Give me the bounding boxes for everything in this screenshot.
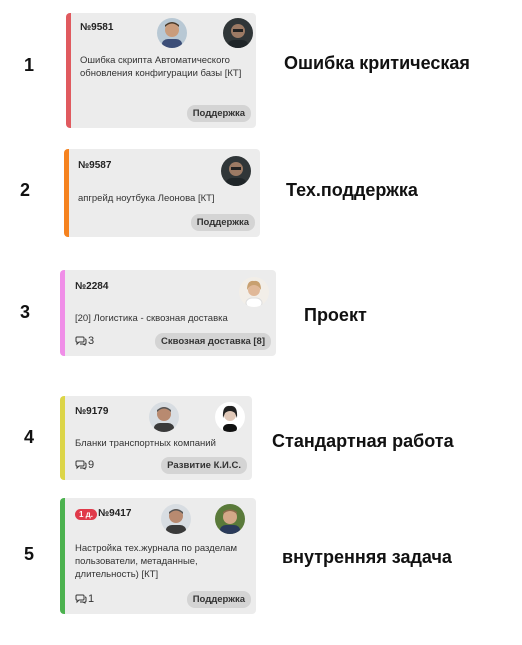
assignee-avatar[interactable] (221, 156, 251, 186)
task-card-9179[interactable]: №9179 Бланки транспортных компаний 9 Раз… (60, 396, 252, 480)
row-number-3: 3 (20, 302, 31, 322)
comments-number: 3 (88, 335, 95, 347)
task-id[interactable]: №9581 (80, 22, 113, 33)
task-card-9417[interactable]: 1 д. №9417 Настройка тех.журнала по разд… (60, 498, 256, 614)
row-number-5: 5 (24, 544, 35, 564)
task-card-9581[interactable]: №9581 Ошибка скрипта Автоматического обн… (66, 13, 256, 128)
assignee-avatar[interactable] (239, 277, 269, 307)
author-avatar[interactable] (215, 402, 245, 432)
assignee-avatar[interactable] (149, 402, 179, 432)
task-card-9587[interactable]: №9587 апгрейд ноутбука Леонова [КТ] Подд… (64, 149, 260, 237)
comments-icon (75, 460, 87, 470)
assignee-avatar[interactable] (157, 18, 187, 48)
task-id[interactable]: №9417 (98, 508, 131, 519)
task-title[interactable]: Бланки транспортных компаний (75, 437, 245, 450)
assignee-avatar[interactable] (161, 504, 191, 534)
task-type-label: Стандартная работа (272, 431, 454, 451)
task-title[interactable]: апгрейд ноутбука Леонова [КТ] (78, 192, 258, 205)
row-number-4: 4 (24, 427, 35, 447)
author-avatar[interactable] (215, 504, 245, 534)
comments-count[interactable]: 3 (75, 335, 94, 347)
task-type-label: внутренняя задача (282, 547, 452, 567)
author-avatar[interactable] (223, 18, 253, 48)
task-id[interactable]: №9587 (78, 160, 111, 171)
task-type-label: Проект (304, 305, 367, 325)
project-tag[interactable]: Развитие К.И.С. (161, 457, 247, 474)
comments-number: 1 (88, 593, 95, 605)
category-tag: Поддержка (186, 105, 251, 122)
task-type-label: Ошибка критическая (284, 53, 470, 73)
task-title[interactable]: [20] Логистика - сквозная доставка (75, 312, 265, 325)
comments-count[interactable]: 9 (75, 459, 94, 471)
comments-count[interactable]: 1 (75, 593, 94, 605)
comments-number: 9 (88, 459, 95, 471)
task-title[interactable]: Настройка тех.журнала по разделам пользо… (75, 542, 253, 581)
row-number-1: 1 (24, 55, 35, 75)
task-type-label: Тех.поддержка (286, 180, 418, 200)
category-tag: Поддержка (190, 214, 255, 231)
task-id[interactable]: №9179 (75, 406, 108, 417)
category-tag: Поддержка (186, 591, 251, 608)
project-tag[interactable]: Сквозная доставка [8] (155, 333, 271, 350)
row-number-2: 2 (20, 180, 31, 200)
comments-icon (75, 594, 87, 604)
task-title[interactable]: Ошибка скрипта Автоматического обновлени… (80, 54, 252, 80)
task-card-2284[interactable]: №2284 [20] Логистика - сквозная доставка… (60, 270, 276, 356)
comments-icon (75, 336, 87, 346)
overdue-badge: 1 д. (75, 509, 97, 520)
task-id[interactable]: №2284 (75, 281, 108, 292)
